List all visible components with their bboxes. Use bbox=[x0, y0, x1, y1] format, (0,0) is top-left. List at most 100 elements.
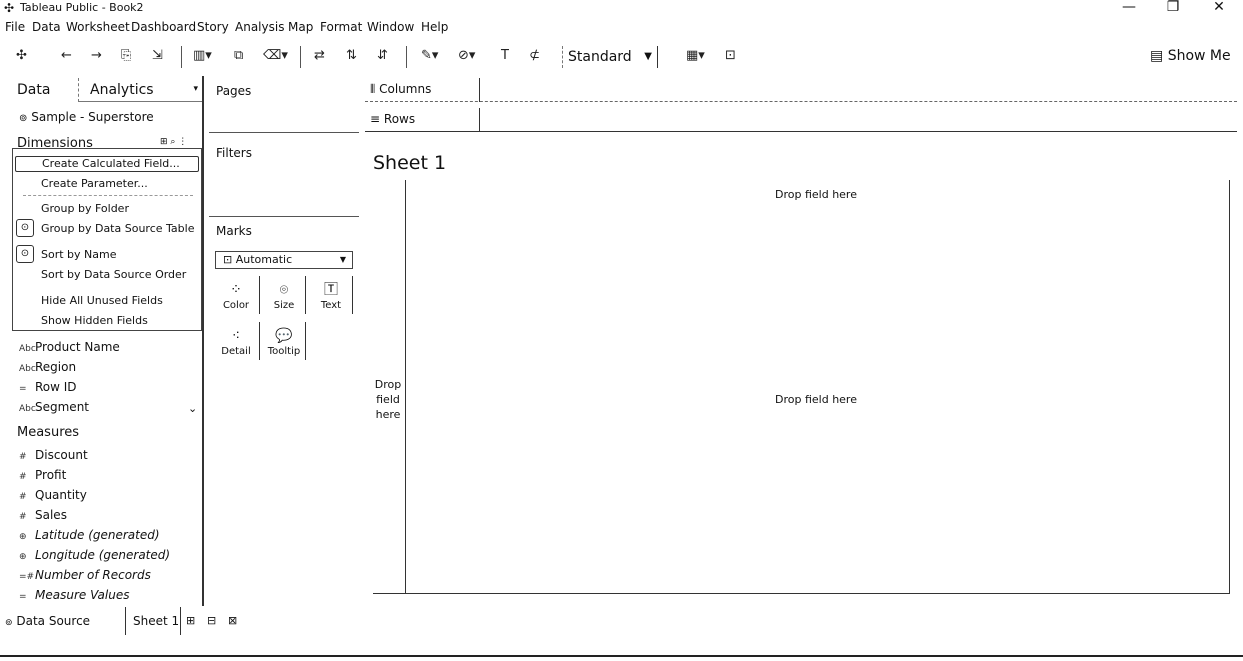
data-source-item[interactable]: ⊚ Sample - Superstore bbox=[19, 110, 154, 124]
number-type-icon: # bbox=[19, 452, 27, 462]
number-type-icon: # bbox=[19, 512, 27, 522]
menu-show-hidden-fields[interactable]: Show Hidden Fields bbox=[41, 314, 148, 327]
color-icon: ⁘ bbox=[230, 282, 242, 298]
pages-shelf-title: Pages bbox=[216, 84, 252, 98]
drop-zone-columns[interactable]: Drop field here bbox=[766, 188, 866, 201]
minimize-button[interactable]: — bbox=[1118, 0, 1140, 15]
menu-help[interactable]: Help bbox=[421, 20, 448, 34]
sort-ascending-icon[interactable]: ⇅ bbox=[346, 48, 357, 63]
toolbar: ✣ ← → ⎘ ⇲ ▥▾ ⧉ ⌫▾ ⇄ ⇅ ⇵ ✎▾ ⊘▾ T ⊄ Standa… bbox=[0, 44, 1243, 70]
new-data-source-icon[interactable]: ⇲ bbox=[152, 48, 163, 63]
close-button[interactable]: ✕ bbox=[1208, 0, 1230, 15]
field-item[interactable]: # Profit bbox=[19, 468, 66, 484]
mark-type-dropdown[interactable]: ⊡ Automatic ▼ bbox=[215, 251, 353, 269]
field-name: Product Name bbox=[35, 340, 120, 354]
dimensions-menu-icon[interactable]: ⊞ ⌕ ⋮ bbox=[160, 137, 187, 147]
tab-analytics[interactable]: Analytics ▾ bbox=[78, 78, 202, 102]
detail-mark-button[interactable]: ⁖ Detail bbox=[214, 326, 258, 366]
field-item[interactable]: = Row ID bbox=[19, 380, 77, 396]
menu-file[interactable]: File bbox=[5, 20, 25, 34]
group-members-icon[interactable]: ⊘▾ bbox=[458, 48, 475, 63]
globe-icon: ⊕ bbox=[19, 552, 27, 562]
menu-sort-by-name[interactable]: Sort by Name bbox=[41, 248, 117, 261]
new-dashboard-icon[interactable]: ⊟ bbox=[207, 614, 216, 627]
menu-group-by-data-source-table[interactable]: Group by Data Source Table bbox=[41, 222, 194, 235]
show-mark-labels-icon[interactable]: T bbox=[501, 48, 509, 63]
menu-window[interactable]: Window bbox=[367, 20, 414, 34]
title-bar: ✣ Tableau Public - Book2 — ❐ ✕ bbox=[0, 0, 1243, 16]
tab-sheet-1-label: Sheet 1 bbox=[133, 614, 180, 628]
size-mark-button[interactable]: ⌾ Size bbox=[262, 280, 306, 320]
tooltip-mark-button[interactable]: 💬 Tooltip bbox=[262, 326, 306, 366]
globe-icon: ⊕ bbox=[19, 532, 27, 542]
new-story-icon[interactable]: ⊠ bbox=[228, 614, 237, 627]
restore-button[interactable]: ❐ bbox=[1162, 0, 1184, 15]
rows-shelf[interactable]: ≡ Rows bbox=[365, 108, 1237, 132]
tableau-home-icon[interactable]: ✣ bbox=[16, 48, 27, 63]
tab-sheet-1[interactable]: Sheet 1 bbox=[125, 607, 181, 635]
new-worksheet-icon[interactable]: ⊞ bbox=[186, 614, 195, 627]
menu-data[interactable]: Data bbox=[32, 20, 61, 34]
field-item[interactable]: ⊕ Latitude (generated) bbox=[19, 528, 160, 544]
menu-map[interactable]: Map bbox=[288, 20, 313, 34]
swap-rows-columns-icon[interactable]: ⇄ bbox=[314, 48, 325, 63]
database-icon: ⊚ bbox=[19, 113, 28, 124]
field-item[interactable]: # Discount bbox=[19, 448, 88, 464]
show-me-icon: ▤ bbox=[1150, 48, 1164, 64]
field-name: Latitude (generated) bbox=[35, 528, 160, 542]
menu-format[interactable]: Format bbox=[320, 20, 362, 34]
color-mark-button[interactable]: ⁘ Color bbox=[214, 280, 258, 320]
drop-zone-rows[interactable]: Drop field here bbox=[373, 377, 403, 422]
string-type-icon: Abc bbox=[19, 364, 36, 374]
fix-axes-icon[interactable]: ⊄ bbox=[529, 48, 540, 63]
field-name: Segment bbox=[35, 400, 89, 414]
menu-create-parameter[interactable]: Create Parameter... bbox=[41, 177, 148, 190]
window-title: Tableau Public - Book2 bbox=[20, 1, 144, 14]
show-me-button[interactable]: ▤ Show Me bbox=[1150, 48, 1231, 64]
field-item[interactable]: =#Number of Records bbox=[19, 568, 151, 584]
number-type-icon: # bbox=[19, 492, 27, 502]
undo-icon[interactable]: ← bbox=[61, 48, 72, 63]
tooltip-icon: 💬 bbox=[275, 328, 293, 344]
field-name: Longitude (generated) bbox=[35, 548, 171, 562]
field-item[interactable]: = Measure Values bbox=[19, 588, 129, 604]
status-bar bbox=[0, 655, 1243, 661]
menu-hide-all-unused-fields[interactable]: Hide All Unused Fields bbox=[41, 294, 163, 307]
save-icon[interactable]: ⎘ bbox=[121, 48, 131, 63]
sort-descending-icon[interactable]: ⇵ bbox=[377, 48, 388, 63]
tooltip-label: Tooltip bbox=[267, 346, 301, 357]
menu-worksheet[interactable]: Worksheet bbox=[66, 20, 130, 34]
duplicate-sheet-icon[interactable]: ⧉ bbox=[234, 48, 243, 63]
view-area[interactable]: Drop field here Drop field here Drop fie… bbox=[373, 180, 1230, 594]
highlight-icon[interactable]: ✎▾ bbox=[421, 48, 438, 63]
tab-data[interactable]: Data bbox=[17, 82, 50, 98]
menu-story[interactable]: Story bbox=[197, 20, 229, 34]
field-item[interactable]: # Sales bbox=[19, 508, 67, 524]
divider bbox=[259, 276, 260, 314]
text-mark-button[interactable]: 🅃 Text bbox=[309, 280, 353, 320]
field-item[interactable]: AbcSegment bbox=[19, 400, 89, 416]
menu-sort-by-data-source-order[interactable]: Sort by Data Source Order bbox=[41, 268, 186, 281]
chevron-down-icon[interactable]: ⌄ bbox=[188, 402, 197, 415]
tab-data-source[interactable]: ⊚ Data Source bbox=[5, 614, 90, 628]
menu-create-calculated-field[interactable]: Create Calculated Field... bbox=[15, 156, 199, 172]
field-item[interactable]: ⊕ Longitude (generated) bbox=[19, 548, 170, 564]
menu-analysis[interactable]: Analysis bbox=[235, 20, 284, 34]
show-cards-icon[interactable]: ▦▾ bbox=[686, 48, 705, 63]
menu-bar: File Data Worksheet Dashboard Story Anal… bbox=[0, 20, 1243, 38]
columns-shelf[interactable]: ⦀ Columns bbox=[365, 78, 1237, 102]
clear-sheet-icon[interactable]: ⌫▾ bbox=[263, 48, 288, 63]
new-worksheet-icon[interactable]: ▥▾ bbox=[193, 48, 212, 63]
field-item[interactable]: AbcProduct Name bbox=[19, 340, 120, 356]
field-item[interactable]: # Quantity bbox=[19, 488, 87, 504]
fit-dropdown[interactable]: Standard ▼ bbox=[562, 46, 658, 68]
field-item[interactable]: AbcRegion bbox=[19, 360, 76, 376]
chevron-down-icon: ▾ bbox=[193, 84, 198, 94]
drop-zone-center[interactable]: Drop field here bbox=[766, 393, 866, 406]
redo-icon[interactable]: → bbox=[91, 48, 102, 63]
menu-group-by-folder[interactable]: Group by Folder bbox=[41, 202, 129, 215]
menu-dashboard[interactable]: Dashboard bbox=[131, 20, 196, 34]
sheet-title[interactable]: Sheet 1 bbox=[373, 152, 446, 174]
dimensions-context-menu: Create Calculated Field... Create Parame… bbox=[12, 148, 202, 331]
presentation-mode-icon[interactable]: ⊡ bbox=[725, 48, 736, 63]
